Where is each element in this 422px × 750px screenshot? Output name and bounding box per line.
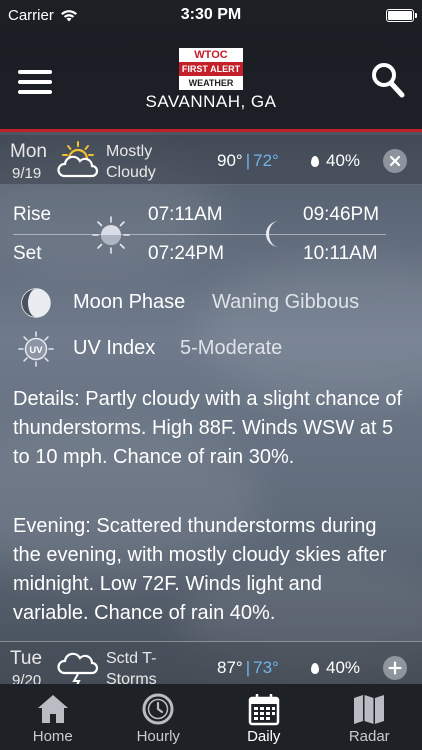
clock-icon	[142, 693, 174, 725]
day-details-text: Details: Partly cloudy with a slight cha…	[13, 388, 403, 468]
precip-value: 40%	[326, 658, 361, 677]
sunset-time: 07:24PM	[148, 243, 225, 264]
day-name: Tue	[10, 648, 43, 669]
map-icon	[354, 695, 385, 724]
high-temp: 87°	[217, 658, 243, 677]
uv-index-row: UV UV Index 5-Moderate	[0, 328, 422, 368]
moonset-time: 10:11AM	[303, 243, 378, 264]
condition-text: Mostly Cloudy	[106, 143, 156, 181]
tab-home[interactable]: Home	[0, 684, 106, 750]
expand-button[interactable]	[383, 656, 407, 680]
partly-cloudy-icon	[57, 141, 99, 178]
moon-icon	[266, 221, 279, 247]
tab-daily[interactable]: Daily	[211, 684, 317, 750]
collapse-button[interactable]	[383, 149, 407, 173]
uv-sun-icon: UV	[18, 331, 54, 367]
app-header: WTOC FIRST ALERT WEATHER SAVANNAH, GA	[0, 30, 422, 132]
set-label: Set	[13, 243, 42, 264]
uv-icon-text: UV	[29, 345, 43, 356]
carrier-label: Carrier	[8, 6, 54, 24]
rise-label: Rise	[13, 204, 52, 225]
moon-phase-label: Moon Phase	[73, 291, 186, 313]
temp-separator: |	[245, 658, 251, 677]
status-bar: Carrier 3:30 PM	[0, 0, 422, 30]
tab-hourly[interactable]: Hourly	[106, 684, 212, 750]
home-icon	[37, 695, 68, 723]
moon-phase-row: Moon Phase Waning Gibbous	[0, 282, 422, 322]
sunrise-time: 07:11AM	[148, 204, 223, 225]
low-temp: 73°	[253, 658, 279, 677]
wifi-icon	[60, 9, 77, 21]
precip-chance: 40%	[311, 151, 360, 171]
evening-details-text: Evening: Scattered thunderstorms during …	[13, 515, 387, 624]
horizon-line	[13, 234, 386, 235]
low-temp: 72°	[253, 151, 279, 170]
moon-phase-value: Waning Gibbous	[212, 291, 360, 313]
hamburger-icon	[18, 70, 52, 74]
raindrop-icon	[311, 662, 319, 674]
temp-separator: |	[245, 151, 251, 170]
battery-icon	[386, 8, 417, 22]
search-icon[interactable]	[370, 60, 406, 100]
precip-value: 40%	[326, 151, 361, 170]
tab-bar: Home Hourly Daily Radar	[0, 684, 422, 750]
precip-chance: 40%	[311, 658, 360, 678]
forecast-day-row[interactable]: Mon 9/19 Mostly Cloudy 90° | 72° 40%	[0, 135, 422, 185]
moonrise-time: 09:46PM	[303, 204, 380, 225]
sun-moon-times: Rise Set 07:11AM 07:24PM 09:46PM 10:11AM	[0, 197, 422, 277]
day-name: Mon	[10, 141, 47, 162]
station-logo: WTOC FIRST ALERT WEATHER	[179, 48, 243, 92]
uv-index-label: UV Index	[73, 337, 156, 359]
daily-forecast-list: Mon 9/19 Mostly Cloudy 90° | 72° 40% Ris…	[0, 135, 422, 691]
high-temp: 90°	[217, 151, 243, 170]
location-label: SAVANNAH, GA	[145, 92, 277, 111]
day-date: 9/19	[12, 165, 42, 182]
sun-icon	[92, 216, 130, 254]
tab-radar[interactable]: Radar	[317, 684, 422, 750]
calendar-icon	[248, 694, 279, 726]
tab-label: Radar	[348, 728, 390, 745]
tab-label: Daily	[247, 728, 281, 745]
menu-button[interactable]	[18, 70, 52, 94]
uv-index-value: 5-Moderate	[180, 337, 283, 359]
temperature-range: 90° | 72°	[217, 151, 279, 171]
raindrop-icon	[311, 155, 319, 167]
plus-icon	[388, 661, 402, 675]
tab-label: Home	[32, 728, 73, 745]
thunderstorm-icon	[57, 652, 99, 687]
temperature-range: 87° | 73°	[217, 658, 279, 678]
tab-label: Hourly	[136, 728, 180, 745]
moon-phase-icon	[21, 288, 51, 318]
close-icon	[389, 155, 401, 167]
